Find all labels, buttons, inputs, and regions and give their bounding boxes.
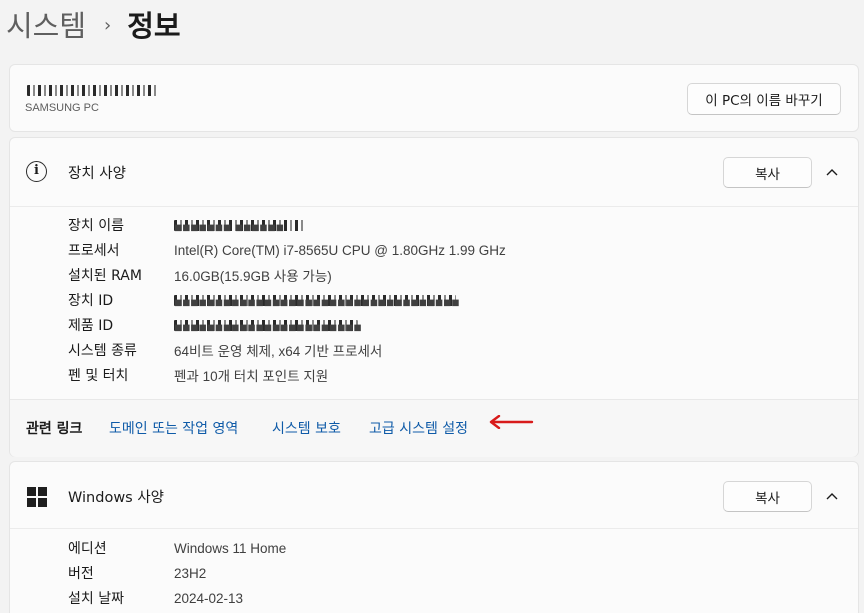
spec-value: 64비트 운영 체제, x64 기반 프로세서 xyxy=(174,344,383,359)
product-id-redacted: ■■■■■■■■■■■■■■■■■■■■■■■ xyxy=(174,319,362,335)
spec-row-version: 버전 23H2 xyxy=(68,562,206,584)
spec-row-device-id: 장치 ID ■■■■■■■■■■■■■■■■■■■■■■■■■■■■■■■■■■… xyxy=(68,289,460,311)
spec-label: 에디션 xyxy=(68,541,107,557)
related-links-bar: 관련 링크 도메인 또는 작업 영역 시스템 보호 고급 시스템 설정 xyxy=(10,399,858,457)
device-specs-card: i 장치 사양 복사 장치 이름 ■■■■■■■ ■■■■■■ 프로세서 Int… xyxy=(9,137,859,457)
device-name-redacted: ■■■■■■■ ■■■■■■ xyxy=(174,219,304,235)
chevron-up-icon[interactable] xyxy=(822,162,842,182)
spec-row-install-date: 설치 날짜 2024-02-13 xyxy=(68,587,243,609)
system-protection-link[interactable]: 시스템 보호 xyxy=(272,418,341,438)
device-id-redacted: ■■■■■■■■■■■■■■■■■■■■■■■■■■■■■■■■■■■ xyxy=(174,294,460,310)
spec-label: 시스템 종류 xyxy=(68,343,137,359)
spec-label: 펜 및 터치 xyxy=(68,368,129,384)
breadcrumb-parent-system[interactable]: 시스템 xyxy=(6,6,86,46)
breadcrumb: 시스템 › 정보 xyxy=(6,6,181,46)
domain-workgroup-link[interactable]: 도메인 또는 작업 영역 xyxy=(109,418,238,438)
spec-label: 설치된 RAM xyxy=(68,268,142,284)
windows-specs-card: Windows 사양 복사 에디션 Windows 11 Home 버전 23H… xyxy=(9,461,859,613)
spec-value: 23H2 xyxy=(174,565,207,581)
spec-row-pen-touch: 펜 및 터치 펜과 10개 터치 포인트 지원 xyxy=(68,364,328,386)
spec-row-system-type: 시스템 종류 64비트 운영 체제, x64 기반 프로세서 xyxy=(68,339,382,361)
windows-logo-icon xyxy=(27,487,47,507)
device-specs-title: 장치 사양 xyxy=(68,166,126,182)
spec-value: Windows 11 Home xyxy=(174,540,287,556)
page-title: 정보 xyxy=(127,9,181,43)
spec-row-edition: 에디션 Windows 11 Home xyxy=(68,537,286,559)
pc-model: SAMSUNG PC xyxy=(25,102,99,114)
breadcrumb-separator: › xyxy=(104,15,112,36)
spec-row-processor: 프로세서 Intel(R) Core(TM) i7-8565U CPU @ 1.… xyxy=(68,239,506,261)
rename-pc-button[interactable]: 이 PC의 이름 바꾸기 xyxy=(687,83,841,115)
red-arrow-annotation-icon xyxy=(489,415,534,429)
device-specs-header[interactable]: i 장치 사양 복사 xyxy=(10,138,858,206)
spec-value: Intel(R) Core(TM) i7-8565U CPU @ 1.80GHz… xyxy=(174,242,506,258)
windows-specs-title: Windows 사양 xyxy=(68,490,165,506)
related-links-label: 관련 링크 xyxy=(26,421,83,437)
windows-specs-header[interactable]: Windows 사양 복사 xyxy=(10,462,858,530)
divider xyxy=(10,528,858,529)
divider xyxy=(10,206,858,207)
spec-value: 2024-02-13 xyxy=(174,590,244,606)
copy-device-specs-button[interactable]: 복사 xyxy=(723,157,812,188)
spec-label: 설치 날짜 xyxy=(68,591,124,607)
spec-row-ram: 설치된 RAM 16.0GB(15.9GB 사용 가능) xyxy=(68,264,332,286)
spec-value: 펜과 10개 터치 포인트 지원 xyxy=(174,369,329,384)
chevron-up-icon[interactable] xyxy=(822,486,842,506)
copy-windows-specs-button[interactable]: 복사 xyxy=(723,481,812,512)
info-icon: i xyxy=(26,161,47,182)
spec-row-product-id: 제품 ID ■■■■■■■■■■■■■■■■■■■■■■■ xyxy=(68,314,362,336)
spec-label: 버전 xyxy=(68,566,94,582)
spec-label: 장치 ID xyxy=(68,293,114,309)
spec-label: 장치 이름 xyxy=(68,218,124,234)
spec-value: 16.0GB(15.9GB 사용 가능) xyxy=(174,269,332,284)
advanced-system-settings-link[interactable]: 고급 시스템 설정 xyxy=(369,418,468,438)
spec-label: 제품 ID xyxy=(68,318,114,334)
spec-row-device-name: 장치 이름 ■■■■■■■ ■■■■■■ xyxy=(68,214,304,236)
spec-label: 프로세서 xyxy=(68,243,120,259)
device-name-card: ■■■■ ■■ ■■■ SAMSUNG PC 이 PC의 이름 바꾸기 xyxy=(9,64,859,132)
pc-name-redacted: ■■■■ ■■ ■■■ xyxy=(27,85,157,96)
